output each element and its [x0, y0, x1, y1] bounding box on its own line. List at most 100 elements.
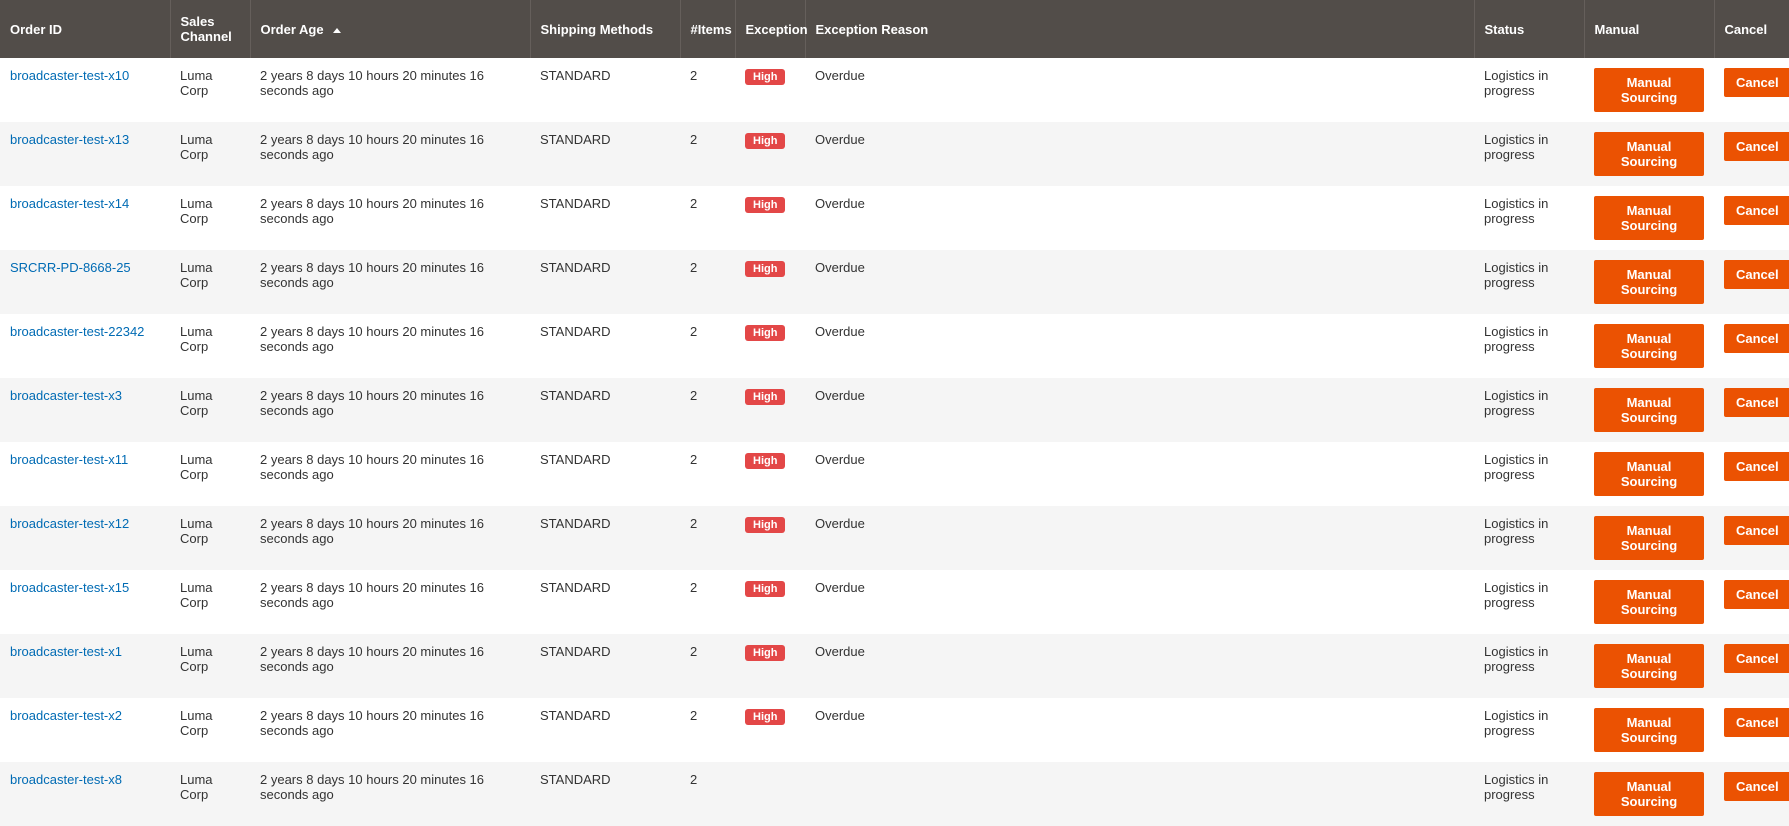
order-id-link[interactable]: broadcaster-test-x15 — [10, 580, 129, 595]
order-id-link[interactable]: broadcaster-test-x3 — [10, 388, 122, 403]
order-id-link[interactable]: broadcaster-test-x14 — [10, 196, 129, 211]
manual-sourcing-button[interactable]: Manual Sourcing — [1594, 388, 1704, 432]
table-row: broadcaster-test-x8 Luma Corp2 years 8 da… — [0, 762, 1789, 826]
cell-order-age: 2 years 8 days 10 hours 20 minutes 16 se… — [250, 634, 530, 698]
cell-exception-reason: Overdue — [805, 442, 1474, 506]
cell-exception-reason: Overdue — [805, 698, 1474, 762]
cell-exception-reason: Overdue — [805, 634, 1474, 698]
cell-order-age: 2 years 8 days 10 hours 20 minutes 16 se… — [250, 314, 530, 378]
cancel-button[interactable]: Cancel — [1724, 452, 1789, 481]
cell-order-id: broadcaster-test-x15 — [0, 570, 170, 634]
col-header-manual[interactable]: Manual — [1584, 0, 1714, 58]
cell-exception-reason: Overdue — [805, 186, 1474, 250]
cancel-button[interactable]: Cancel — [1724, 388, 1789, 417]
order-id-link[interactable]: broadcaster-test-x10 — [10, 68, 129, 83]
cell-exception: High — [735, 442, 805, 506]
cell-exception: High — [735, 698, 805, 762]
cell-exception-reason: Overdue — [805, 314, 1474, 378]
cell-cancel: Cancel — [1714, 186, 1789, 250]
manual-sourcing-button[interactable]: Manual Sourcing — [1594, 772, 1704, 816]
cell-exception: High — [735, 506, 805, 570]
cell-order-id: broadcaster-test-x8 — [0, 762, 170, 826]
cell-sales-channel: Luma Corp — [170, 762, 250, 826]
cell-order-id: broadcaster-test-x2 — [0, 698, 170, 762]
manual-sourcing-button[interactable]: Manual Sourcing — [1594, 580, 1704, 624]
manual-sourcing-button[interactable]: Manual Sourcing — [1594, 132, 1704, 176]
col-header-order-age[interactable]: Order Age — [250, 0, 530, 58]
cell-manual: Manual Sourcing — [1584, 698, 1714, 762]
table-row: broadcaster-test-22342Luma Corp2 years 8… — [0, 314, 1789, 378]
order-id-link[interactable]: broadcaster-test-x2 — [10, 708, 122, 723]
cell-exception: High — [735, 186, 805, 250]
cancel-button[interactable]: Cancel — [1724, 260, 1789, 289]
cell-status: Logistics in progress — [1474, 698, 1584, 762]
cancel-button[interactable]: Cancel — [1724, 580, 1789, 609]
cell-order-id: broadcaster-test-x12 — [0, 506, 170, 570]
manual-sourcing-button[interactable]: Manual Sourcing — [1594, 452, 1704, 496]
cancel-button[interactable]: Cancel — [1724, 708, 1789, 737]
cell-exception: High — [735, 570, 805, 634]
exception-high-badge: High — [745, 197, 785, 213]
col-header-shipping-methods[interactable]: Shipping Methods — [530, 0, 680, 58]
order-id-link[interactable]: broadcaster-test-x8 — [10, 772, 122, 787]
manual-sourcing-button[interactable]: Manual Sourcing — [1594, 708, 1704, 752]
cell-exception-reason: Overdue — [805, 570, 1474, 634]
cell-items: 2 — [680, 122, 735, 186]
cell-order-id: SRCRR-PD-8668-25 — [0, 250, 170, 314]
cancel-button[interactable]: Cancel — [1724, 644, 1789, 673]
col-header-sales-channel[interactable]: Sales Channel — [170, 0, 250, 58]
order-id-link[interactable]: broadcaster-test-x1 — [10, 644, 122, 659]
col-header-exception-reason[interactable]: Exception Reason — [805, 0, 1474, 58]
manual-sourcing-button[interactable]: Manual Sourcing — [1594, 196, 1704, 240]
cell-order-id: broadcaster-test-x3 — [0, 378, 170, 442]
cell-cancel: Cancel — [1714, 314, 1789, 378]
cancel-button[interactable]: Cancel — [1724, 516, 1789, 545]
cell-exception-reason: Overdue — [805, 250, 1474, 314]
manual-sourcing-button[interactable]: Manual Sourcing — [1594, 260, 1704, 304]
col-header-exception[interactable]: Exception — [735, 0, 805, 58]
cell-sales-channel: Luma Corp — [170, 442, 250, 506]
order-id-link[interactable]: broadcaster-test-22342 — [10, 324, 144, 339]
col-header-status[interactable]: Status — [1474, 0, 1584, 58]
cell-shipping-methods: STANDARD — [530, 442, 680, 506]
cell-order-age: 2 years 8 days 10 hours 20 minutes 16 se… — [250, 570, 530, 634]
cell-manual: Manual Sourcing — [1584, 634, 1714, 698]
col-header-order-id[interactable]: Order ID — [0, 0, 170, 58]
cell-cancel: Cancel — [1714, 442, 1789, 506]
manual-sourcing-button[interactable]: Manual Sourcing — [1594, 644, 1704, 688]
cell-order-id: broadcaster-test-22342 — [0, 314, 170, 378]
cell-items: 2 — [680, 506, 735, 570]
order-id-link[interactable]: SRCRR-PD-8668-25 — [10, 260, 131, 275]
cancel-button[interactable]: Cancel — [1724, 324, 1789, 353]
cancel-button[interactable]: Cancel — [1724, 132, 1789, 161]
cancel-button[interactable]: Cancel — [1724, 68, 1789, 97]
cancel-button[interactable]: Cancel — [1724, 772, 1789, 801]
cell-items: 2 — [680, 314, 735, 378]
cell-sales-channel: Luma Corp — [170, 378, 250, 442]
order-id-link[interactable]: broadcaster-test-x12 — [10, 516, 129, 531]
exception-high-badge: High — [745, 261, 785, 277]
manual-sourcing-button[interactable]: Manual Sourcing — [1594, 324, 1704, 368]
exception-high-badge: High — [745, 581, 785, 597]
manual-sourcing-button[interactable]: Manual Sourcing — [1594, 68, 1704, 112]
cancel-button[interactable]: Cancel — [1724, 196, 1789, 225]
col-header-cancel[interactable]: Cancel — [1714, 0, 1789, 58]
table-row: SRCRR-PD-8668-25Luma Corp2 years 8 days … — [0, 250, 1789, 314]
cell-exception-reason: Overdue — [805, 58, 1474, 122]
cell-items: 2 — [680, 698, 735, 762]
cell-status: Logistics in progress — [1474, 506, 1584, 570]
cell-order-age: 2 years 8 days 10 hours 20 minutes 16 se… — [250, 762, 530, 826]
cell-cancel: Cancel — [1714, 634, 1789, 698]
col-header-items[interactable]: #Items — [680, 0, 735, 58]
cell-order-age: 2 years 8 days 10 hours 20 minutes 16 se… — [250, 186, 530, 250]
cell-order-id: broadcaster-test-x11 — [0, 442, 170, 506]
order-id-link[interactable]: broadcaster-test-x13 — [10, 132, 129, 147]
exception-high-badge: High — [745, 325, 785, 341]
cell-sales-channel: Luma Corp — [170, 698, 250, 762]
order-id-link[interactable]: broadcaster-test-x11 — [10, 452, 128, 467]
manual-sourcing-button[interactable]: Manual Sourcing — [1594, 516, 1704, 560]
exception-high-badge: High — [745, 133, 785, 149]
cell-exception: High — [735, 250, 805, 314]
table-row: broadcaster-test-x12Luma Corp2 years 8 d… — [0, 506, 1789, 570]
table-row: broadcaster-test-x3Luma Corp2 years 8 da… — [0, 378, 1789, 442]
